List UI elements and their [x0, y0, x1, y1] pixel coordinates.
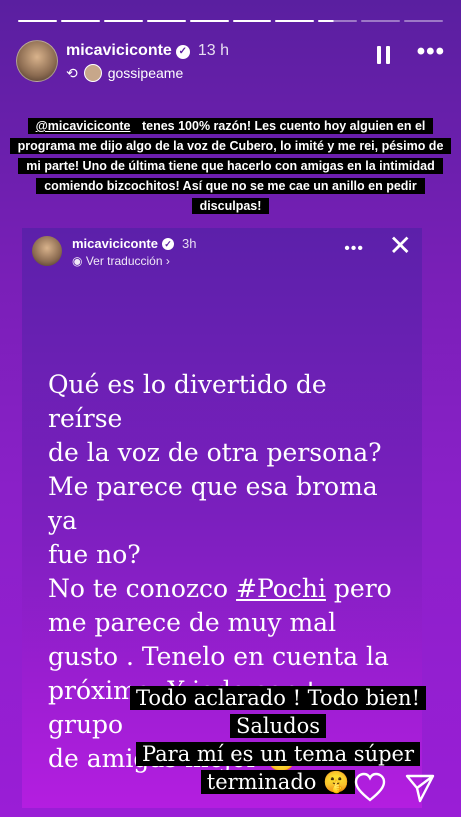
story-caption: @micaviciconte tenes 100% razón! Les cue…: [6, 116, 455, 216]
text-line: Me parece que esa broma ya: [48, 472, 378, 535]
text-line: gusto . Tenelo en cuenta la: [48, 642, 389, 671]
text-line: fue no?: [48, 540, 141, 569]
hashtag-link[interactable]: #Pochi: [236, 574, 326, 603]
repost-avatar: [83, 64, 102, 82]
reply-line: Saludos: [229, 714, 326, 738]
card-more-icon[interactable]: •••: [344, 240, 364, 258]
translate-link[interactable]: ◉ Ver traducción ›: [72, 254, 170, 268]
send-icon[interactable]: [404, 772, 436, 804]
verified-icon: ✓: [162, 238, 174, 250]
heart-icon[interactable]: [354, 772, 386, 804]
repost-row[interactable]: ⟲ gossipeame: [66, 64, 183, 82]
progress-segment: [404, 20, 444, 22]
globe-icon: ◉: [72, 254, 86, 268]
card-time: 3h: [182, 236, 197, 251]
card-avatar[interactable]: [32, 236, 62, 266]
story-header: micaviciconte ✓ 13 h ⟲ gossipeame •••: [16, 40, 445, 84]
progress-segment: [361, 20, 401, 22]
text-line: de la voz de otra persona?: [48, 438, 382, 467]
progress-segment: [232, 20, 272, 22]
avatar[interactable]: [16, 40, 58, 82]
pause-icon[interactable]: [377, 46, 391, 64]
card-header: micaviciconte ✓ 3h ◉ Ver traducción › ••• …: [32, 232, 412, 274]
progress-segment: [189, 20, 229, 22]
progress-segment: [103, 20, 143, 22]
repost-icon: ⟲: [66, 64, 78, 81]
verified-icon: ✓: [175, 45, 190, 59]
reply-line: terminado 🤫: [200, 770, 356, 794]
progress-segment: [146, 20, 186, 22]
caption-mention[interactable]: @micaviciconte: [31, 118, 135, 134]
translate-text[interactable]: Ver traducción ›: [86, 254, 170, 268]
repost-source[interactable]: gossipeame: [108, 65, 184, 81]
username-text[interactable]: micaviciconte: [66, 42, 172, 59]
text-line: Qué es lo divertido de reírse: [48, 370, 327, 433]
progress-segment: [60, 20, 100, 22]
more-icon[interactable]: •••: [417, 40, 445, 64]
text-line: me parece de muy mal: [48, 608, 337, 637]
reply-line: Para mí es un tema súper: [135, 742, 421, 766]
progress-segment: [318, 20, 358, 22]
story-time: 13 h: [197, 42, 229, 59]
username[interactable]: micaviciconte ✓ 13 h: [66, 42, 229, 60]
story-progress: [18, 20, 444, 22]
card-username-text[interactable]: micaviciconte: [72, 236, 158, 251]
progress-segment: [275, 20, 315, 22]
text-line: No te conozco #Pochi pero: [48, 574, 392, 603]
close-icon[interactable]: ✕: [389, 232, 412, 260]
progress-segment: [18, 20, 57, 22]
card-username[interactable]: micaviciconte ✓ 3h: [72, 236, 196, 251]
reply-line: Todo aclarado ! Todo bien!: [129, 686, 427, 710]
